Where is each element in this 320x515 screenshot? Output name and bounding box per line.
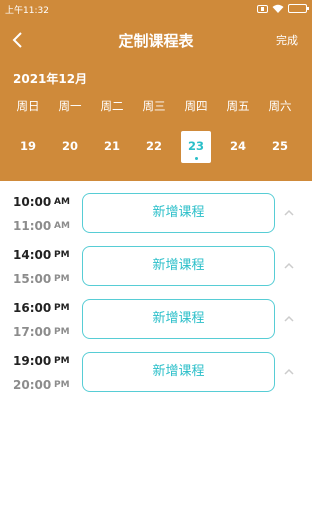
end-time: 17:00 <box>13 325 52 339</box>
course-row: 16:00 PM 17:00 PM 新增课程 <box>0 287 312 339</box>
date-row: 19 20 21 22 23 24 25 <box>0 131 312 163</box>
weekday-row: 周日 周一 周二 周三 周四 周五 周六 <box>0 98 312 114</box>
end-period: PM <box>54 274 70 284</box>
start-time: 19:00 <box>13 354 52 368</box>
start-time: 14:00 <box>13 248 52 262</box>
status-icons <box>257 3 309 14</box>
weekday-label: 周二 <box>100 99 124 113</box>
end-time: 11:00 <box>13 219 52 233</box>
chevron-up-icon[interactable] <box>284 262 294 270</box>
chevron-up-icon[interactable] <box>284 315 294 323</box>
date-cell[interactable]: 20 <box>55 131 85 163</box>
start-period: PM <box>54 356 70 366</box>
month-label: 2021年12月 <box>13 72 88 86</box>
date-cell[interactable]: 19 <box>13 131 43 163</box>
weekday-label: 周六 <box>268 99 292 113</box>
start-time: 16:00 <box>13 301 52 315</box>
add-course-button[interactable]: 新增课程 <box>82 246 275 286</box>
course-row: 19:00 PM 20:00 PM 新增课程 <box>0 340 312 392</box>
add-course-button[interactable]: 新增课程 <box>82 193 275 233</box>
page-title: 定制课程表 <box>118 32 194 50</box>
weekday-label: 周日 <box>16 99 40 113</box>
today-dot <box>194 157 198 160</box>
start-period: AM <box>54 197 70 207</box>
weekday-label: 周一 <box>58 99 82 113</box>
weekday-label: 周三 <box>142 99 166 113</box>
status-time: 上午11:32 <box>5 6 49 16</box>
start-period: PM <box>54 303 70 313</box>
status-bar: 上午11:32 <box>0 0 312 18</box>
end-period: AM <box>54 221 70 231</box>
weekday-label: 周五 <box>226 99 250 113</box>
end-time: 15:00 <box>13 272 52 286</box>
done-button[interactable]: 完成 <box>276 32 298 48</box>
sim-card-icon <box>257 4 268 13</box>
add-course-button[interactable]: 新增课程 <box>82 352 275 392</box>
date-cell[interactable]: 21 <box>97 131 127 163</box>
weekday-label: 周四 <box>184 99 208 113</box>
date-cell[interactable]: 24 <box>223 131 253 163</box>
chevron-up-icon[interactable] <box>284 209 294 217</box>
date-cell[interactable]: 25 <box>265 131 295 163</box>
chevron-up-icon[interactable] <box>284 368 294 376</box>
end-time: 20:00 <box>13 378 52 392</box>
header: 上午11:32 定制课程表 完成 2021年12月 周日 周一 周二 周三 周四… <box>0 0 312 181</box>
end-period: PM <box>54 380 70 390</box>
add-course-button[interactable]: 新增课程 <box>82 299 275 339</box>
date-cell[interactable]: 22 <box>139 131 169 163</box>
wifi-icon <box>272 4 284 13</box>
date-cell-selected[interactable]: 23 <box>181 131 211 163</box>
start-period: PM <box>54 250 70 260</box>
course-row: 14:00 PM 15:00 PM 新增课程 <box>0 234 312 286</box>
battery-icon <box>288 4 309 13</box>
end-period: PM <box>54 327 70 337</box>
start-time: 10:00 <box>13 195 52 209</box>
course-row: 10:00 AM 11:00 AM 新增课程 <box>0 181 312 233</box>
